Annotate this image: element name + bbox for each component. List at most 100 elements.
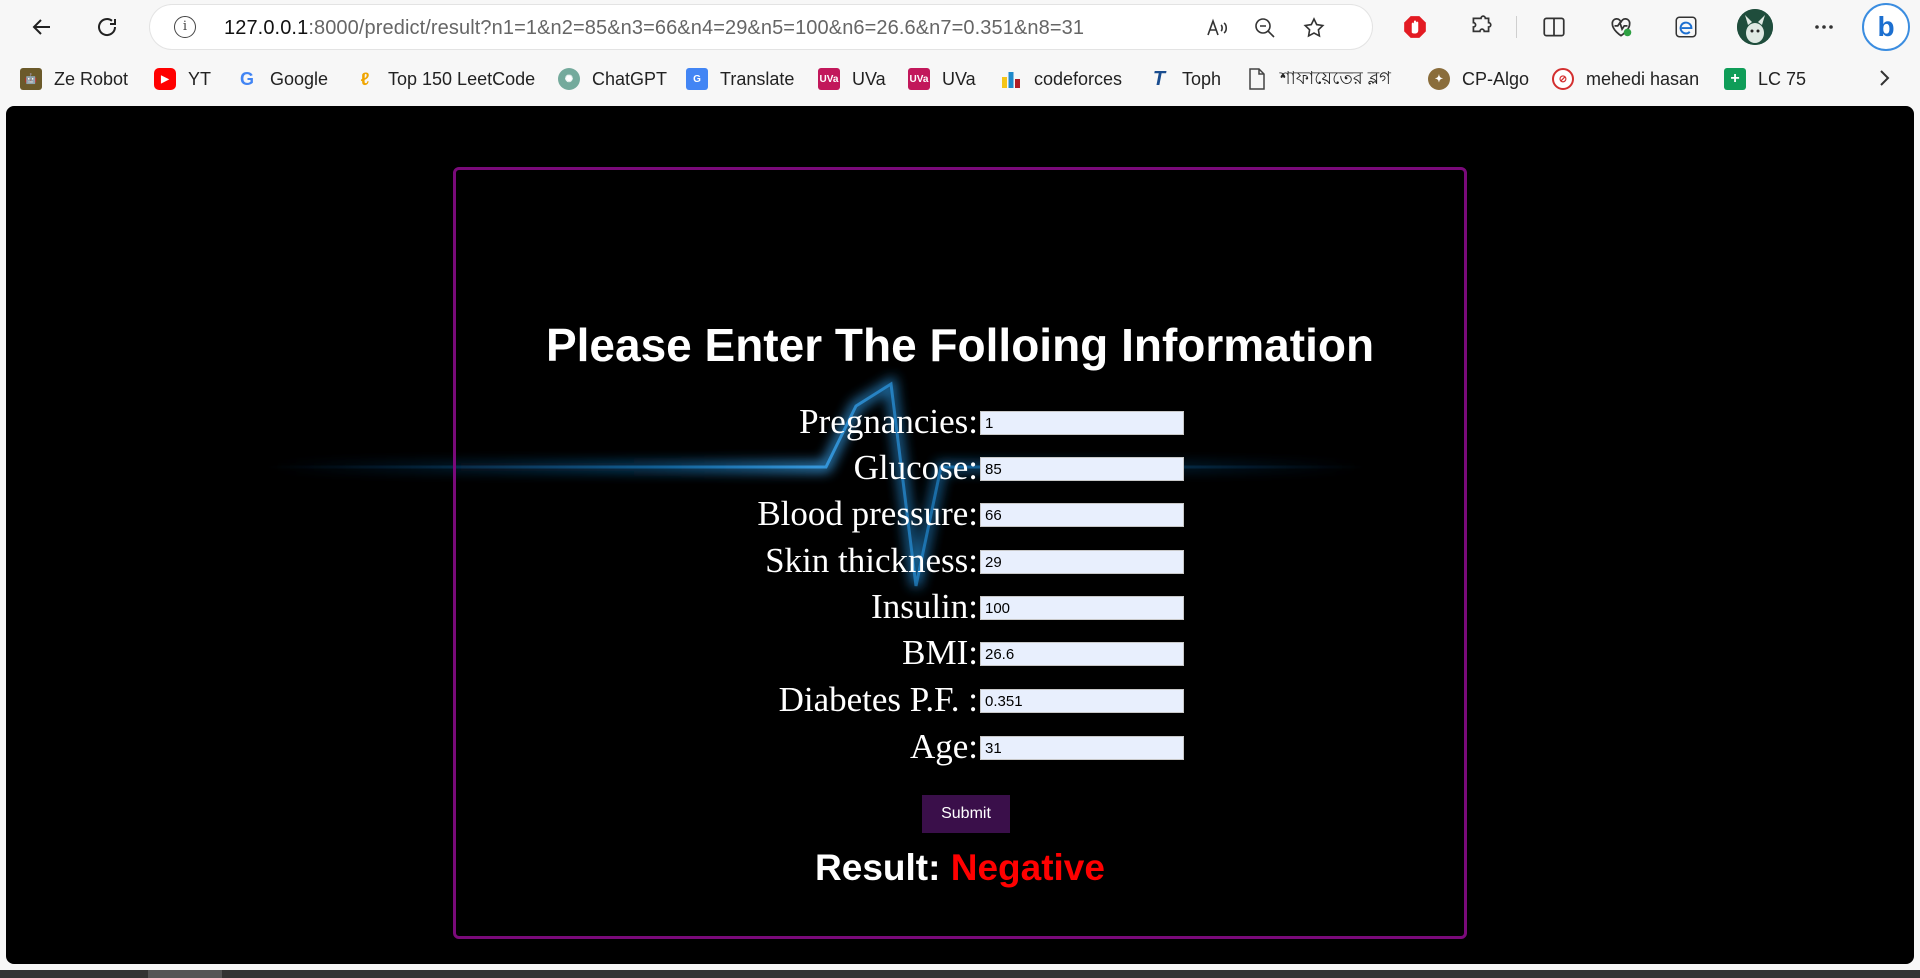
- back-arrow-icon: [32, 19, 50, 35]
- bookmark-label: শাফায়েতের ব্লগ: [1280, 67, 1391, 88]
- document-icon: [1246, 68, 1268, 90]
- split-screen-icon[interactable]: [1537, 10, 1571, 44]
- robot-icon: 🤖: [20, 68, 42, 90]
- bookmark-leetcode[interactable]: ℓ Top 150 LeetCode: [354, 64, 536, 94]
- field-row-skin-thickness: Skin thickness:: [456, 541, 1464, 580]
- skin-thickness-input[interactable]: [980, 550, 1184, 574]
- submit-button[interactable]: Submit: [922, 795, 1010, 833]
- uva-icon: UVa: [818, 68, 840, 90]
- read-aloud-icon[interactable]: [1204, 15, 1230, 41]
- back-button[interactable]: [24, 9, 60, 45]
- ellipsis-icon: [1815, 25, 1833, 29]
- bookmark-yt[interactable]: ▶ YT: [154, 64, 211, 94]
- bookmark-uva-2[interactable]: UVa UVa: [908, 64, 976, 94]
- pregnancies-input[interactable]: [980, 411, 1184, 435]
- bookmark-uva-1[interactable]: UVa UVa: [818, 64, 886, 94]
- field-row-age: Age:: [456, 727, 1464, 766]
- bookmark-shafaet-blog[interactable]: শাফায়েতের ব্লগ: [1246, 64, 1391, 94]
- bookmark-label: Translate: [720, 68, 795, 89]
- reload-icon: [98, 18, 117, 36]
- page-viewport: Please Enter The Folloing Information Pr…: [6, 106, 1914, 964]
- bookmark-mehedi-hasan[interactable]: ⊘ mehedi hasan: [1552, 64, 1699, 94]
- url-path: :8000/predict/result?n1=1&n2=85&n3=66&n4…: [308, 17, 1085, 39]
- field-row-insulin: Insulin:: [456, 587, 1464, 626]
- diabetes-pedigree-label: Diabetes P.F. :: [778, 680, 978, 719]
- pregnancies-label: Pregnancies:: [799, 402, 978, 441]
- diabetes-pedigree-input[interactable]: [980, 689, 1184, 713]
- field-row-diabetes-pedigree: Diabetes P.F. :: [456, 680, 1464, 719]
- skin-thickness-label: Skin thickness:: [765, 541, 978, 580]
- url-text[interactable]: 127.0.0.1:8000/predict/result?n1=1&n2=85…: [224, 17, 1084, 40]
- result-label: Result:: [815, 847, 941, 888]
- adblock-extension-icon[interactable]: [1398, 10, 1432, 44]
- bookmarks-bar: 🤖 Ze Robot ▶ YT G Google ℓ Top 150 LeetCode …: [0, 54, 1920, 104]
- insulin-label: Insulin:: [871, 587, 978, 626]
- bookmark-label: Google: [270, 68, 329, 89]
- reload-button[interactable]: [89, 9, 125, 45]
- translate-icon: G: [686, 68, 708, 90]
- uva-icon: UVa: [908, 68, 930, 90]
- bookmark-translate[interactable]: G Translate: [686, 64, 794, 94]
- extensions-puzzle-icon[interactable]: [1464, 10, 1498, 44]
- bookmark-chatgpt[interactable]: ✺ ChatGPT: [558, 64, 667, 94]
- scrollbar-thumb[interactable]: [148, 970, 222, 978]
- bookmarks-overflow-chevron-icon[interactable]: [1872, 66, 1896, 90]
- glucose-label: Glucose:: [853, 448, 978, 487]
- age-input[interactable]: [980, 736, 1184, 760]
- bookmark-label: codeforces: [1034, 68, 1123, 89]
- google-icon: G: [239, 68, 254, 89]
- browser-toolbar: i 127.0.0.1:8000/predict/result?n1=1&n2=…: [0, 0, 1920, 54]
- toolbar-separator: [1516, 16, 1517, 38]
- chatgpt-icon: ✺: [558, 68, 580, 90]
- blood-pressure-label: Blood pressure:: [757, 494, 978, 533]
- bookmark-lc75[interactable]: + LC 75: [1724, 64, 1806, 94]
- leetcode-icon: ℓ: [360, 68, 370, 89]
- bookmark-codeforces[interactable]: codeforces: [1000, 64, 1122, 94]
- result-value: Negative: [950, 847, 1105, 888]
- avatar-character-icon: [1737, 9, 1773, 45]
- field-row-pregnancies: Pregnancies:: [456, 402, 1464, 441]
- favorite-star-icon[interactable]: [1301, 15, 1327, 41]
- codeforces-icon: [1000, 68, 1022, 90]
- site-info-icon[interactable]: i: [174, 16, 196, 38]
- bookmark-label: Top 150 LeetCode: [388, 68, 536, 89]
- bmi-label: BMI:: [902, 633, 978, 672]
- bookmark-label: YT: [188, 68, 212, 89]
- bookmark-cp-algo[interactable]: ✦ CP-Algo: [1428, 64, 1529, 94]
- browser-essentials-icon[interactable]: [1604, 10, 1638, 44]
- bookmark-google[interactable]: G Google: [236, 64, 328, 94]
- prediction-form-card: Please Enter The Folloing Information Pr…: [453, 167, 1467, 939]
- more-options-button[interactable]: [1806, 9, 1842, 45]
- url-host: 127.0.0.1: [224, 17, 309, 39]
- copilot-icon[interactable]: b: [1862, 3, 1910, 51]
- age-label: Age:: [909, 727, 978, 766]
- lc75-icon: +: [1724, 68, 1746, 90]
- bookmark-label: mehedi hasan: [1586, 68, 1700, 89]
- result-text: Result: Negative: [456, 847, 1464, 889]
- internet-explorer-mode-icon[interactable]: [1669, 10, 1703, 44]
- bookmark-label: LC 75: [1758, 68, 1807, 89]
- horizontal-scrollbar[interactable]: [0, 964, 1920, 978]
- address-bar[interactable]: i 127.0.0.1:8000/predict/result?n1=1&n2=…: [150, 5, 1372, 49]
- bookmark-label: Ze Robot: [54, 68, 129, 89]
- bookmark-toph[interactable]: T Toph: [1148, 64, 1221, 94]
- toph-icon: T: [1152, 67, 1166, 90]
- scrollbar-track[interactable]: [0, 970, 1920, 978]
- youtube-icon: ▶: [154, 68, 176, 90]
- bookmark-ze-robot[interactable]: 🤖 Ze Robot: [20, 64, 128, 94]
- bookmark-label: UVa: [942, 68, 976, 89]
- bookmark-label: CP-Algo: [1462, 68, 1530, 89]
- profile-avatar[interactable]: [1737, 9, 1773, 45]
- glucose-input[interactable]: [980, 457, 1184, 481]
- bookmark-label: UVa: [852, 68, 886, 89]
- bookmark-label: ChatGPT: [592, 68, 668, 89]
- field-row-bmi: BMI:: [456, 633, 1464, 672]
- bmi-input[interactable]: [980, 642, 1184, 666]
- zoom-icon[interactable]: [1252, 15, 1278, 41]
- bookmark-label: Toph: [1182, 68, 1222, 89]
- profile-icon: ⊘: [1552, 68, 1574, 90]
- blood-pressure-input[interactable]: [980, 503, 1184, 527]
- insulin-input[interactable]: [980, 596, 1184, 620]
- cp-algo-icon: ✦: [1428, 68, 1450, 90]
- field-row-glucose: Glucose:: [456, 448, 1464, 487]
